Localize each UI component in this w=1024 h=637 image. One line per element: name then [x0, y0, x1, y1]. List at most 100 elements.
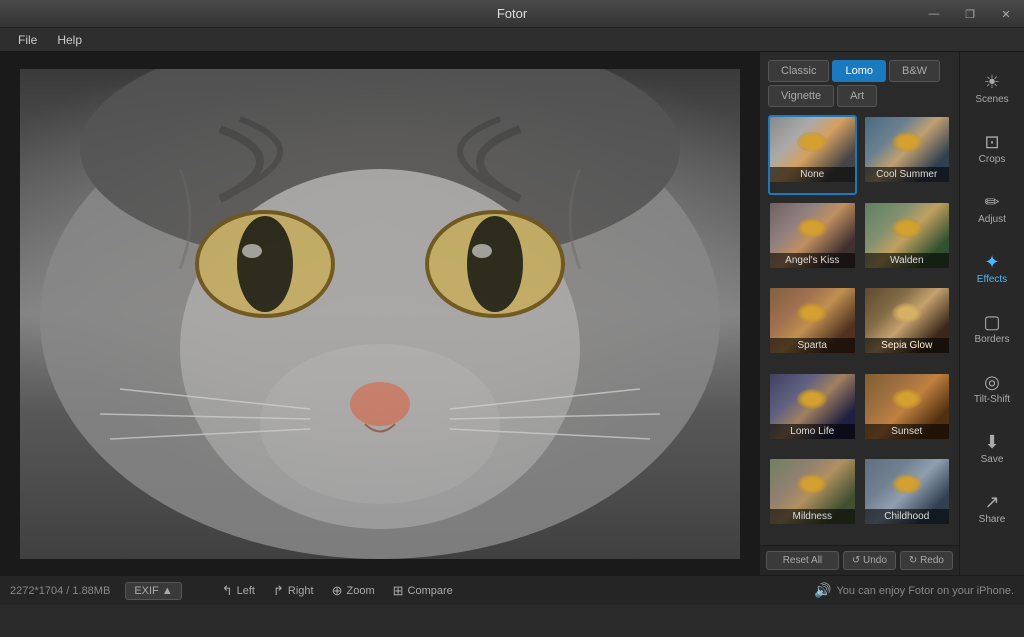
thumb-eye-lomo-life: [797, 389, 827, 409]
tool-effects[interactable]: ✦ Effects: [963, 240, 1021, 298]
tool-scenes[interactable]: ☀ Scenes: [963, 60, 1021, 118]
photo-canvas: [20, 69, 740, 559]
main-content: Classic Lomo B&W Vignette Art None Cool S…: [0, 52, 1024, 575]
effect-label-mildness: Mildness: [770, 509, 855, 524]
effect-none[interactable]: None: [768, 115, 857, 195]
filter-tab-bar: Classic Lomo B&W Vignette Art: [760, 52, 959, 107]
effect-thumb-angels-kiss: Angel's Kiss: [770, 203, 855, 268]
tool-share[interactable]: ↗ Share: [963, 480, 1021, 538]
tab-lomo[interactable]: Lomo: [832, 60, 886, 82]
speaker-icon: 🔊: [814, 582, 831, 599]
bottom-compare-button[interactable]: ⊞ Compare: [388, 581, 458, 601]
thumb-eye-mildness: [797, 474, 827, 494]
effect-sunset[interactable]: Sunset: [863, 372, 952, 452]
save-icon: ⬇: [984, 433, 999, 451]
tab-classic[interactable]: Classic: [768, 60, 829, 82]
borders-icon: ▢: [983, 313, 1000, 331]
effect-label-childhood: Childhood: [865, 509, 950, 524]
adjust-icon: ✏: [984, 193, 999, 211]
effect-label-angels-kiss: Angel's Kiss: [770, 253, 855, 268]
effect-thumb-sparta: Sparta: [770, 288, 855, 353]
tab-vignette[interactable]: Vignette: [768, 85, 834, 107]
effect-label-sparta: Sparta: [770, 338, 855, 353]
compare-icon: ⊞: [393, 583, 404, 599]
tool-adjust[interactable]: ✏ Adjust: [963, 180, 1021, 238]
menu-file[interactable]: File: [8, 31, 47, 49]
thumb-eye-sunset: [892, 389, 922, 409]
tool-crops[interactable]: ⊡ Crops: [963, 120, 1021, 178]
effect-cool-summer[interactable]: Cool Summer: [863, 115, 952, 195]
effect-label-lomo-life: Lomo Life: [770, 424, 855, 439]
window-controls: — ❐ ✕: [916, 0, 1024, 28]
effect-thumb-mildness: Mildness: [770, 459, 855, 524]
effect-thumb-sepia-glow: Sepia Glow: [865, 288, 950, 353]
left-icon: ↰: [222, 583, 233, 599]
tool-tilt-shift[interactable]: ◎ Tilt-Shift: [963, 360, 1021, 418]
tool-label-share: Share: [979, 514, 1006, 526]
right-icon: ↱: [273, 583, 284, 599]
image-info: 2272*1704 / 1.88MB: [10, 585, 110, 597]
tool-label-effects: Effects: [977, 274, 1007, 286]
right-label: Right: [288, 585, 314, 597]
tool-borders[interactable]: ▢ Borders: [963, 300, 1021, 358]
tab-bw[interactable]: B&W: [889, 60, 940, 82]
scenes-icon: ☀: [984, 73, 1000, 91]
effect-thumb-none: None: [770, 117, 855, 182]
tool-label-borders: Borders: [974, 334, 1009, 346]
zoom-icon: ⊕: [332, 583, 343, 599]
effect-mildness[interactable]: Mildness: [768, 457, 857, 537]
effect-thumb-walden: Walden: [865, 203, 950, 268]
menu-help[interactable]: Help: [47, 31, 92, 49]
compare-label: Compare: [408, 585, 453, 597]
tool-label-scenes: Scenes: [975, 94, 1008, 106]
effect-walden[interactable]: Walden: [863, 201, 952, 281]
bottom-left-button[interactable]: ↰ Left: [217, 581, 260, 601]
effect-sparta[interactable]: Sparta: [768, 286, 857, 366]
effect-lomo-life[interactable]: Lomo Life: [768, 372, 857, 452]
redo-button[interactable]: ↻ Redo: [900, 551, 953, 570]
effect-thumb-lomo-life: Lomo Life: [770, 374, 855, 439]
thumb-eye-cool-summer: [892, 132, 922, 152]
effect-thumb-sunset: Sunset: [865, 374, 950, 439]
tool-label-save: Save: [981, 454, 1004, 466]
effect-angels-kiss[interactable]: Angel's Kiss: [768, 201, 857, 281]
reset-all-button[interactable]: Reset All: [766, 551, 839, 570]
app-title: Fotor: [497, 6, 527, 21]
undo-button[interactable]: ↺ Undo: [843, 551, 896, 570]
effects-grid: None Cool Summer Angel's Kiss Walden Sparta S…: [760, 107, 959, 545]
tilt-shift-icon: ◎: [984, 373, 1000, 391]
bottom-zoom-button[interactable]: ⊕Zoom: [327, 581, 380, 601]
thumb-eye-angels-kiss: [797, 218, 827, 238]
canvas-area: [0, 52, 759, 575]
bottom-bar: 2272*1704 / 1.88MB EXIF ▲ ↰ Left ↱ Right ⊕Zo…: [0, 575, 1024, 605]
exif-button[interactable]: EXIF ▲: [125, 582, 181, 600]
tools-sidebar: ☀ Scenes ⊡ Crops ✏ Adjust ✦ Effects ▢ Borders ◎ Til…: [959, 52, 1024, 575]
minimize-button[interactable]: —: [916, 0, 952, 28]
effect-thumb-childhood: Childhood: [865, 459, 950, 524]
effect-sepia-glow[interactable]: Sepia Glow: [863, 286, 952, 366]
tool-label-adjust: Adjust: [978, 214, 1006, 226]
crops-icon: ⊡: [984, 133, 999, 151]
close-button[interactable]: ✕: [988, 0, 1024, 28]
effect-label-sepia-glow: Sepia Glow: [865, 338, 950, 353]
thumb-eye-sparta: [797, 303, 827, 323]
restore-button[interactable]: ❐: [952, 0, 988, 28]
bottom-right-button[interactable]: ↱ Right: [268, 581, 319, 601]
thumb-eye-none: [797, 132, 827, 152]
filter-panel: Classic Lomo B&W Vignette Art None Cool S…: [759, 52, 959, 575]
effect-label-none: None: [770, 167, 855, 182]
tool-label-crops: Crops: [979, 154, 1006, 166]
share-icon: ↗: [984, 493, 999, 511]
left-label: Left: [237, 585, 255, 597]
menu-bar: File Help: [0, 28, 1024, 52]
action-bar: Reset All ↺ Undo ↻ Redo: [760, 545, 959, 575]
effect-label-cool-summer: Cool Summer: [865, 167, 950, 182]
effect-label-walden: Walden: [865, 253, 950, 268]
effect-thumb-cool-summer: Cool Summer: [865, 117, 950, 182]
tool-save[interactable]: ⬇ Save: [963, 420, 1021, 478]
tool-label-tilt-shift: Tilt-Shift: [974, 394, 1010, 406]
tab-art[interactable]: Art: [837, 85, 877, 107]
effects-icon: ✦: [984, 253, 999, 271]
title-bar: Fotor — ❐ ✕: [0, 0, 1024, 28]
effect-childhood[interactable]: Childhood: [863, 457, 952, 537]
